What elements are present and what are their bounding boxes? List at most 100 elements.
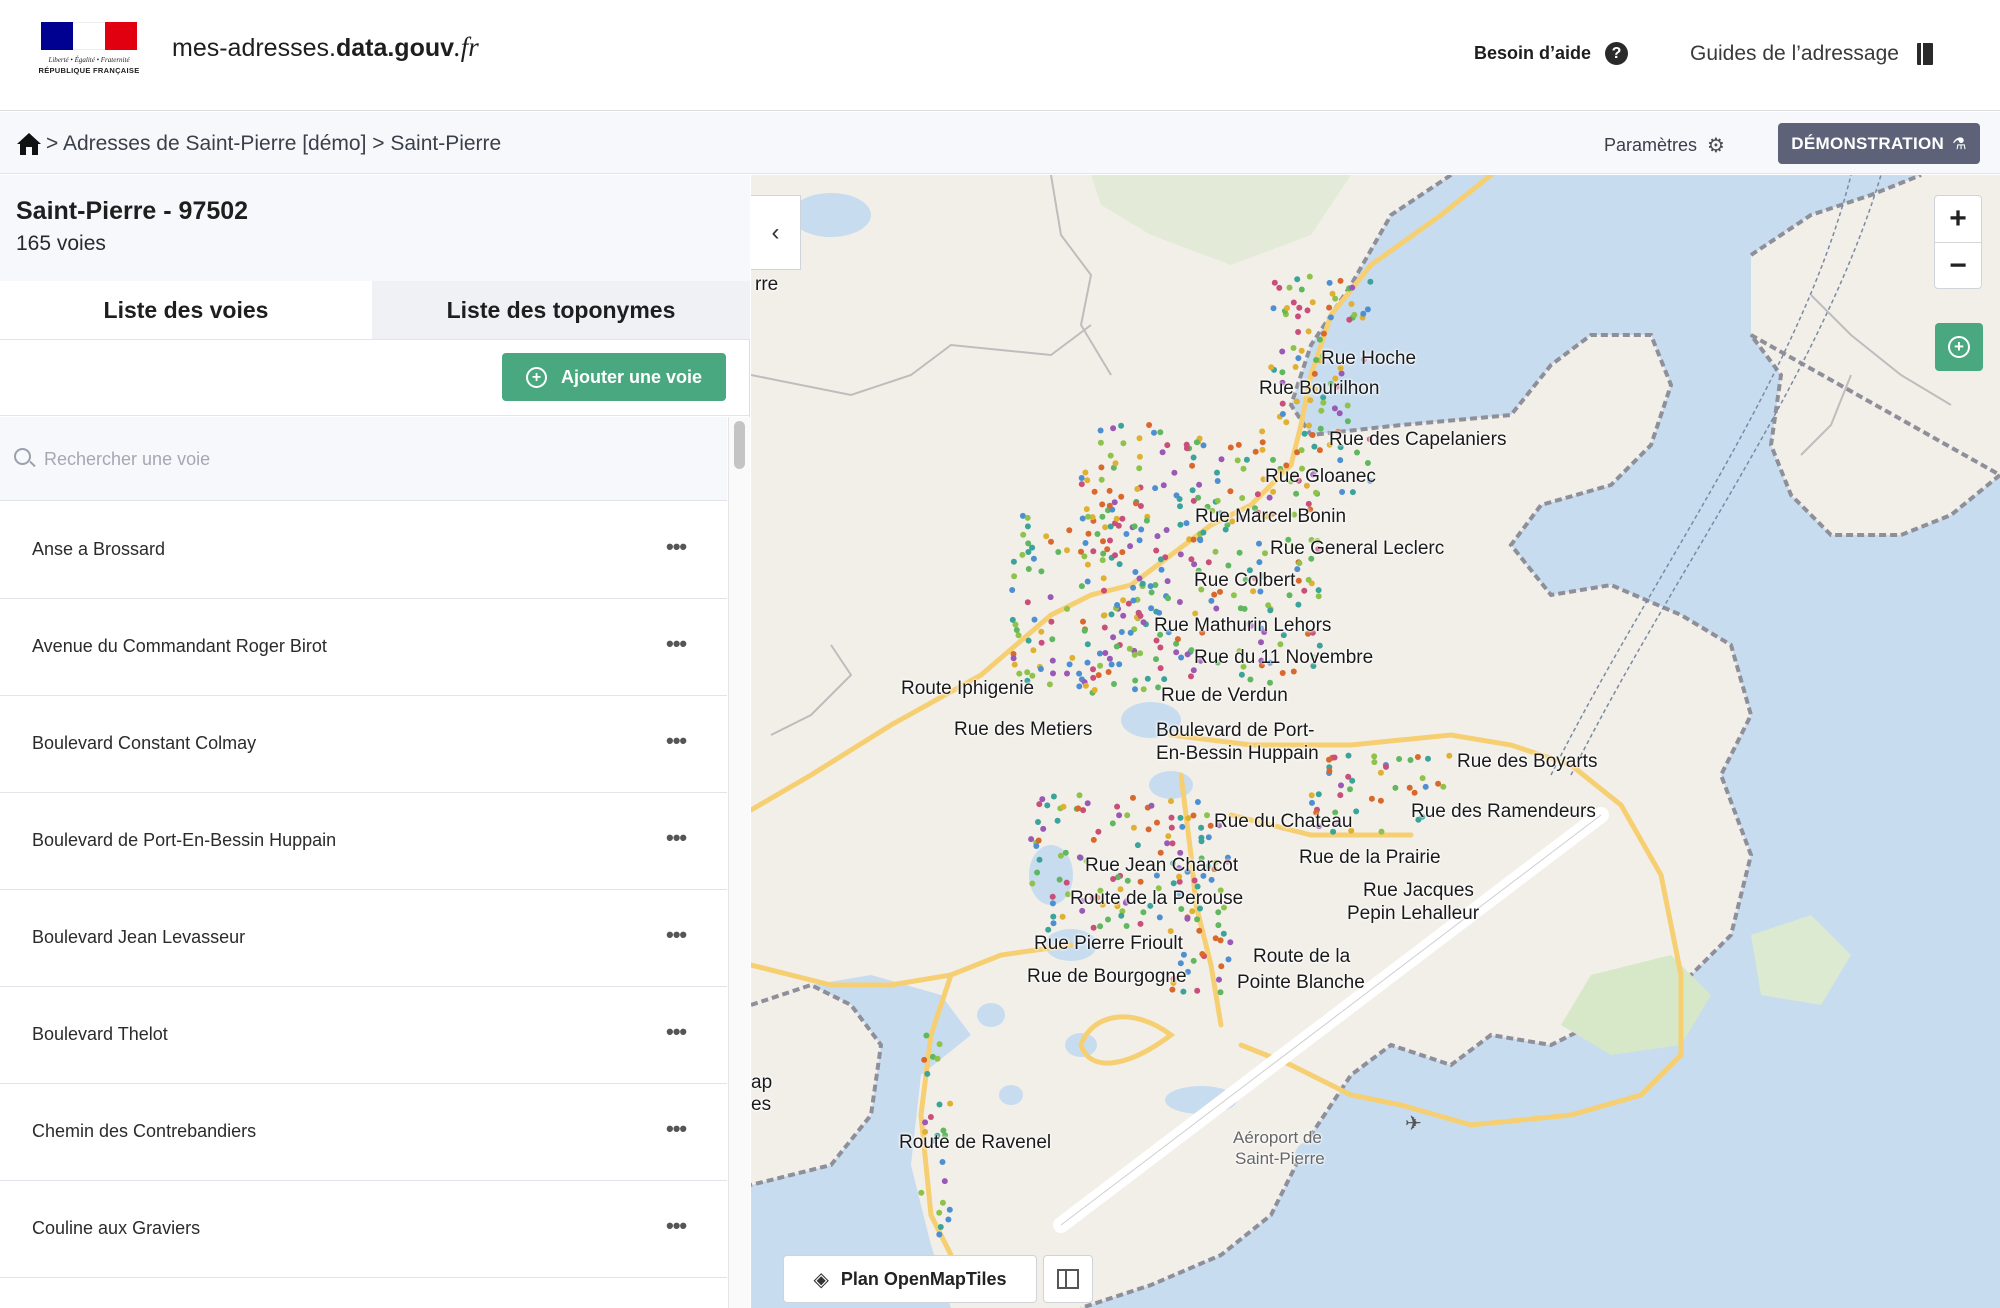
address-point xyxy=(1060,803,1067,810)
commune-header: Saint-Pierre - 97502 165 voies xyxy=(0,175,750,281)
address-point xyxy=(1446,752,1453,759)
list-scrollbar[interactable] xyxy=(728,417,750,1308)
address-point xyxy=(1047,594,1054,601)
more-options-icon[interactable]: ••• xyxy=(666,1116,687,1142)
address-point xyxy=(1164,442,1171,449)
address-point xyxy=(1305,576,1312,583)
add-numero-map-button[interactable]: + xyxy=(1935,323,1983,371)
address-point xyxy=(1227,444,1234,451)
address-point xyxy=(1137,878,1144,885)
address-point xyxy=(1290,668,1297,675)
address-point xyxy=(941,1178,948,1185)
address-point xyxy=(1039,796,1046,803)
address-point xyxy=(1134,842,1141,849)
address-point xyxy=(1331,754,1338,761)
map-label: Pointe Blanche xyxy=(1237,972,1365,993)
address-point xyxy=(1135,610,1142,617)
address-point xyxy=(1214,469,1220,476)
more-options-icon[interactable]: ••• xyxy=(666,825,687,851)
list-item[interactable]: Avenue du Commandant Roger Birot ••• xyxy=(0,599,727,696)
map-label: Rue General Leclerc xyxy=(1270,538,1445,559)
address-point xyxy=(1286,284,1293,291)
voie-name: Anse a Brossard xyxy=(32,539,166,559)
more-options-icon[interactable]: ••• xyxy=(666,1213,687,1239)
address-point xyxy=(1216,976,1222,983)
zoom-out-button[interactable]: − xyxy=(1935,242,1981,288)
address-point xyxy=(1160,482,1167,489)
home-icon[interactable] xyxy=(16,132,42,156)
address-point xyxy=(1309,799,1315,806)
more-options-icon[interactable]: ••• xyxy=(666,728,687,754)
list-item[interactable]: Boulevard de Port-En-Bessin Huppain ••• xyxy=(0,793,727,890)
map-label: Rue Colbert xyxy=(1194,570,1296,591)
list-item[interactable]: Chemin des Contrebandiers ••• xyxy=(0,1084,727,1181)
address-point xyxy=(1292,364,1299,370)
address-point xyxy=(1320,399,1327,406)
address-point xyxy=(1336,410,1343,417)
address-point xyxy=(1243,456,1250,463)
address-point xyxy=(1200,529,1207,536)
address-point xyxy=(1105,916,1111,923)
search-input[interactable] xyxy=(44,443,604,475)
address-point xyxy=(1347,786,1353,793)
address-point xyxy=(1225,562,1232,569)
more-options-icon[interactable]: ••• xyxy=(666,534,687,560)
list-item[interactable]: Couline aux Graviers ••• xyxy=(0,1181,727,1278)
address-point xyxy=(1214,478,1221,484)
add-voie-button[interactable]: + Ajouter une voie xyxy=(502,353,726,401)
more-options-icon[interactable]: ••• xyxy=(666,922,687,948)
address-point xyxy=(1066,527,1073,534)
address-point xyxy=(1106,655,1113,662)
more-options-icon[interactable]: ••• xyxy=(666,631,687,657)
address-point xyxy=(1106,502,1113,509)
tab-liste-voies[interactable]: Liste des voies xyxy=(0,281,372,339)
address-point xyxy=(1368,795,1375,802)
help-link[interactable]: Besoin d’aide ? xyxy=(1474,42,1629,65)
address-point xyxy=(939,1199,946,1206)
more-options-icon[interactable]: ••• xyxy=(666,1019,687,1045)
list-item[interactable]: Boulevard Thelot ••• xyxy=(0,987,727,1084)
tab-liste-toponymes[interactable]: Liste des toponymes xyxy=(372,281,750,339)
flask-icon: ⚗ xyxy=(1952,135,1967,153)
voies-count: 165 voies xyxy=(16,232,106,255)
map-view-toggle-button[interactable] xyxy=(1043,1255,1093,1303)
address-point xyxy=(1163,527,1170,533)
map-view[interactable]: ✈ rre Rue Hoche Rue Bourilhon Rue des Ca… xyxy=(751,175,2000,1308)
breadcrumb-path[interactable]: > Adresses de Saint-Pierre [démo] > Sain… xyxy=(46,132,501,156)
site-name-link[interactable]: mes-adresses.data.gouv.fr xyxy=(172,32,479,63)
plus-circle-icon: + xyxy=(1948,336,1970,358)
address-point xyxy=(1331,405,1338,412)
settings-button[interactable]: Paramètres ⚙ xyxy=(1604,133,1725,158)
zoom-in-button[interactable]: + xyxy=(1935,196,1981,242)
site-name-prefix: mes-adresses. xyxy=(172,34,336,62)
address-point xyxy=(1338,370,1345,377)
address-point xyxy=(1113,515,1120,522)
gear-icon: ⚙ xyxy=(1707,135,1725,157)
address-point xyxy=(1130,597,1137,604)
guides-link[interactable]: Guides de l’adressage xyxy=(1690,42,1933,66)
demo-label: DÉMONSTRATION xyxy=(1791,133,1945,153)
address-point xyxy=(1118,912,1125,919)
scrollbar-thumb[interactable] xyxy=(734,421,745,469)
collapse-panel-button[interactable]: ‹ xyxy=(751,195,801,270)
map-label: Rue de Verdun xyxy=(1161,685,1288,706)
address-point xyxy=(1211,591,1218,598)
address-point xyxy=(1059,913,1066,920)
address-point xyxy=(1213,605,1220,612)
demo-badge-button[interactable]: DÉMONSTRATION ⚗ xyxy=(1778,123,1980,164)
republique-francaise-logo[interactable]: Liberté • Égalité • Fraternité RÉPUBLIQU… xyxy=(38,22,140,78)
settings-label: Paramètres xyxy=(1604,135,1698,155)
address-point xyxy=(1011,573,1018,580)
address-point xyxy=(1279,670,1286,676)
list-item[interactable]: Boulevard Constant Colmay ••• xyxy=(0,696,727,793)
basemap-selector-button[interactable]: ◈ Plan OpenMapTiles xyxy=(783,1255,1037,1303)
address-point xyxy=(1396,756,1403,762)
address-point xyxy=(1083,506,1090,513)
list-item[interactable]: Anse a Brossard ••• xyxy=(0,502,727,599)
list-item[interactable]: Boulevard Jean Levasseur ••• xyxy=(0,890,727,987)
map-label: Route de Ravenel xyxy=(899,1132,1052,1153)
address-point xyxy=(1220,930,1227,937)
map-label: rre xyxy=(755,274,779,295)
address-point xyxy=(1313,357,1320,363)
address-point xyxy=(1212,548,1219,555)
